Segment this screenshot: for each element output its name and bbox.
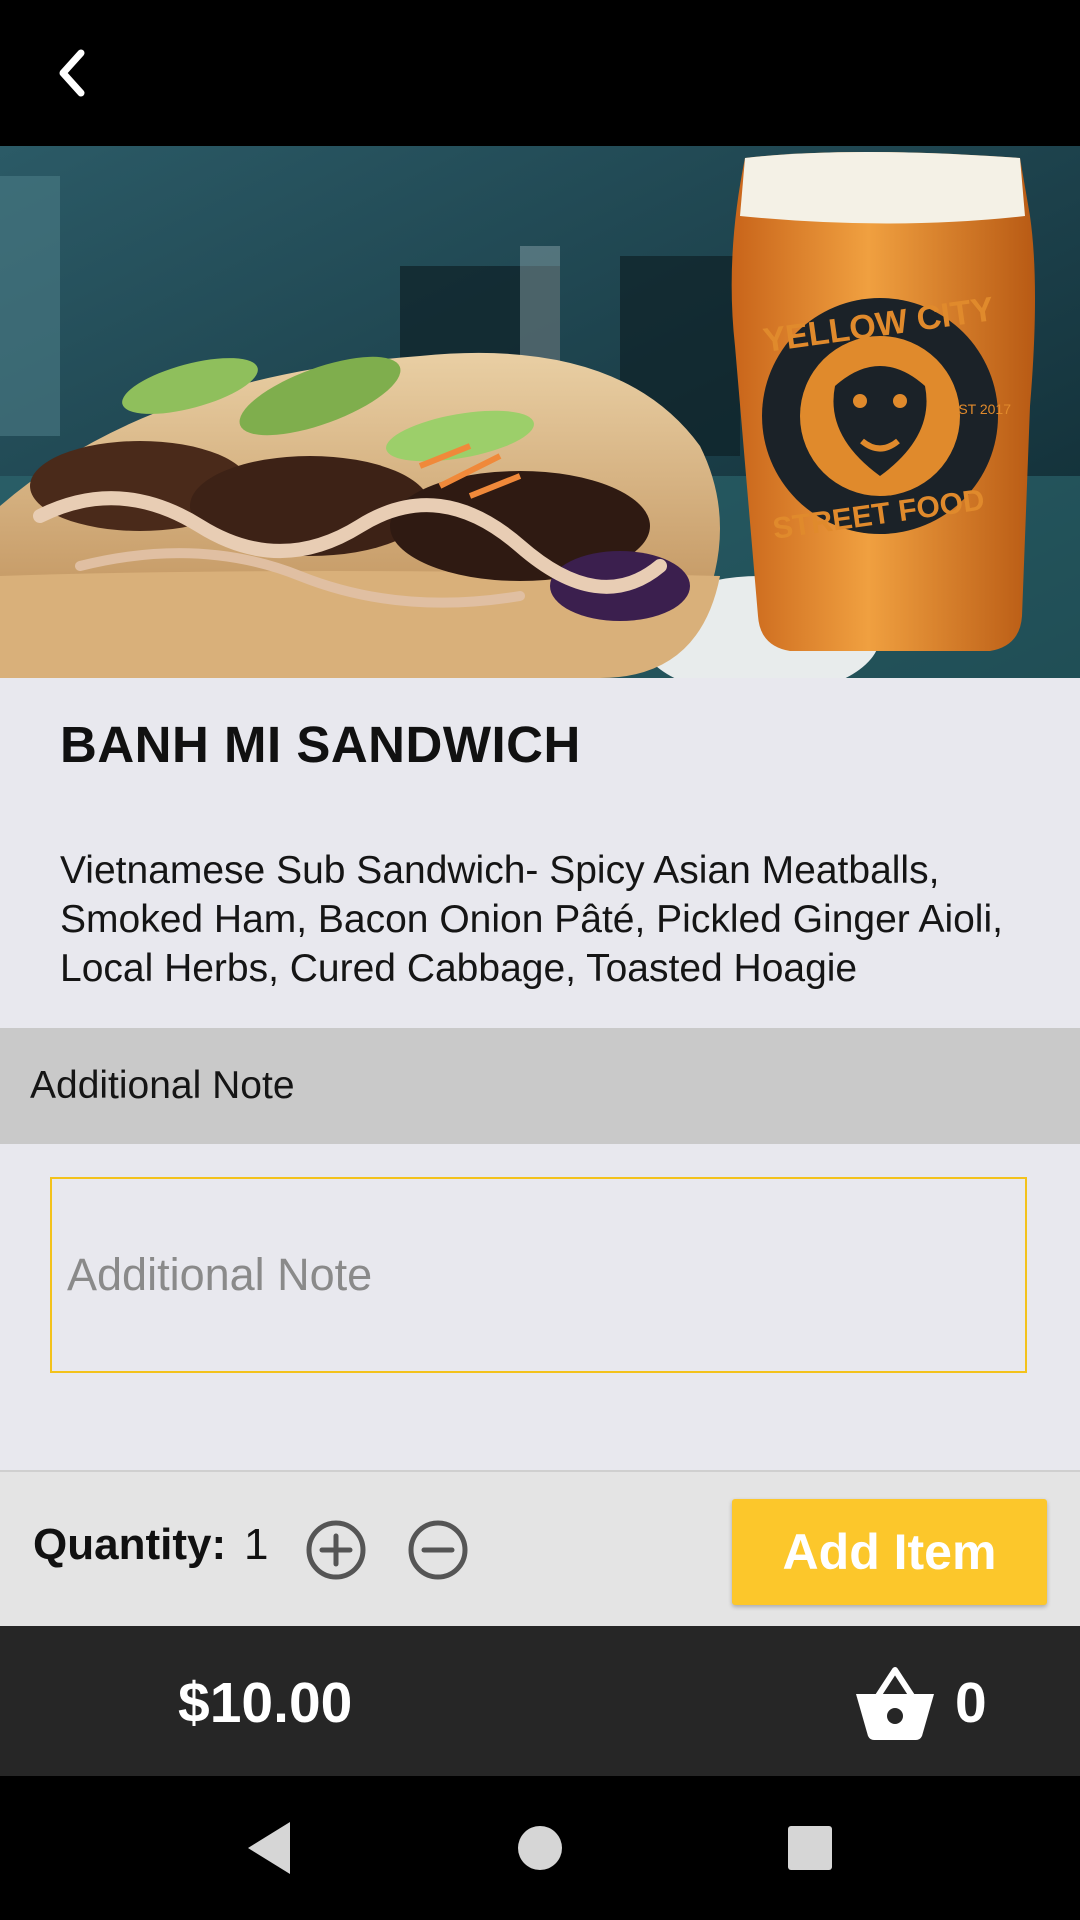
add-item-button[interactable]: Add Item xyxy=(732,1499,1047,1605)
basket-icon[interactable] xyxy=(850,1662,940,1742)
order-summary-bar: $10.00 0 xyxy=(0,1626,1080,1776)
cart-count: 0 xyxy=(955,1671,987,1735)
chevron-left-icon xyxy=(59,49,85,97)
nav-recents-icon[interactable] xyxy=(786,1818,834,1878)
quantity-value: 1 xyxy=(244,1520,269,1569)
additional-note-input[interactable] xyxy=(50,1177,1027,1373)
additional-note-header: Additional Note xyxy=(0,1028,1080,1144)
system-navigation-bar xyxy=(0,1776,1080,1920)
glass-logo-badge-text: EST 2017 xyxy=(949,401,1011,417)
minus-circle-icon[interactable] xyxy=(406,1518,470,1582)
nav-back-icon[interactable] xyxy=(242,1818,298,1878)
item-image: YELLOW CITY STREET FOOD EST 2017 xyxy=(0,146,1080,678)
item-title: BANH MI SANDWICH xyxy=(60,716,581,773)
additional-note-header-label: Additional Note xyxy=(30,1064,295,1107)
back-button[interactable] xyxy=(40,38,102,108)
quantity-bar: Quantity: 1 Add Item xyxy=(0,1470,1080,1628)
quantity-label: Quantity: xyxy=(33,1520,227,1569)
top-app-bar xyxy=(0,0,1080,146)
plus-circle-icon[interactable] xyxy=(304,1518,368,1582)
item-description: Vietnamese Sub Sandwich- Spicy Asian Mea… xyxy=(60,849,1003,990)
total-price: $10.00 xyxy=(178,1671,353,1735)
nav-home-icon[interactable] xyxy=(516,1818,564,1878)
